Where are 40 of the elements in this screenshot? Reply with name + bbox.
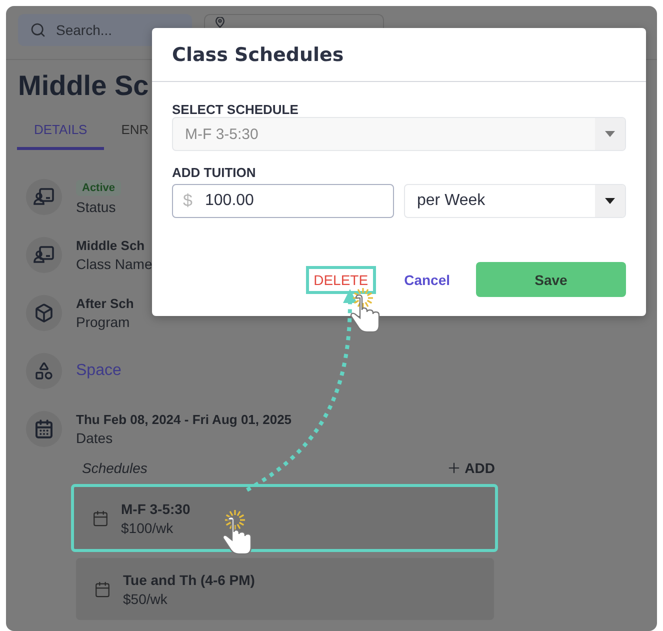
status-badge: Active bbox=[76, 180, 122, 196]
field-label: Status bbox=[76, 198, 117, 214]
schedule-card[interactable]: Tue and Th (4-6 PM) $50/wk bbox=[76, 558, 494, 620]
add-button[interactable]: ADD bbox=[446, 460, 495, 476]
schedule-price: $100/wk bbox=[121, 520, 174, 536]
schedule-title: M-F 3-5:30 bbox=[121, 500, 190, 516]
pointer-hand-icon bbox=[222, 510, 252, 555]
shapes-icon bbox=[34, 361, 54, 381]
cancel-button[interactable]: Cancel bbox=[396, 266, 458, 294]
search-placeholder: Search... bbox=[56, 22, 112, 38]
period-select[interactable]: per Week bbox=[404, 184, 626, 218]
caret-icon bbox=[605, 198, 615, 204]
schedule-card[interactable]: M-F 3-5:30 $100/wk bbox=[71, 484, 498, 552]
field-label: Program bbox=[76, 314, 131, 330]
calendar-icon bbox=[34, 419, 54, 439]
field-value: Thu Feb 08, 2024 - Fri Aug 01, 2025 bbox=[76, 412, 292, 427]
field-value: After Sch bbox=[76, 296, 134, 311]
schedule-price: $50/wk bbox=[123, 590, 168, 606]
search-icon bbox=[30, 22, 46, 38]
tab[interactable]: DETAILS bbox=[17, 116, 104, 150]
schedules-label: Schedules bbox=[82, 460, 148, 476]
teacher-board-icon bbox=[33, 187, 55, 207]
field-value: Middle Sch bbox=[76, 238, 146, 253]
location-pin-icon bbox=[215, 17, 225, 28]
dialog-title: Class Schedules bbox=[152, 28, 646, 82]
page-title: Middle Sc bbox=[17, 69, 150, 102]
delete-button[interactable]: DELETE bbox=[306, 266, 376, 294]
field-label: Dates bbox=[76, 430, 114, 446]
save-button[interactable]: Save bbox=[476, 262, 626, 297]
space-link[interactable]: Space bbox=[76, 362, 122, 380]
calendar-icon bbox=[92, 510, 109, 526]
field-label: ADD TUITION bbox=[172, 165, 257, 180]
field-label: Class Name bbox=[76, 256, 152, 272]
polyhedron-icon bbox=[34, 303, 54, 323]
field-label: SELECT SCHEDULE bbox=[172, 102, 300, 117]
teacher-board-icon bbox=[33, 245, 55, 265]
currency-symbol: $ bbox=[183, 191, 192, 211]
schedule-title: Tue and Th (4-6 PM) bbox=[123, 572, 255, 588]
calendar-icon bbox=[94, 580, 111, 598]
caret-icon bbox=[605, 131, 615, 137]
